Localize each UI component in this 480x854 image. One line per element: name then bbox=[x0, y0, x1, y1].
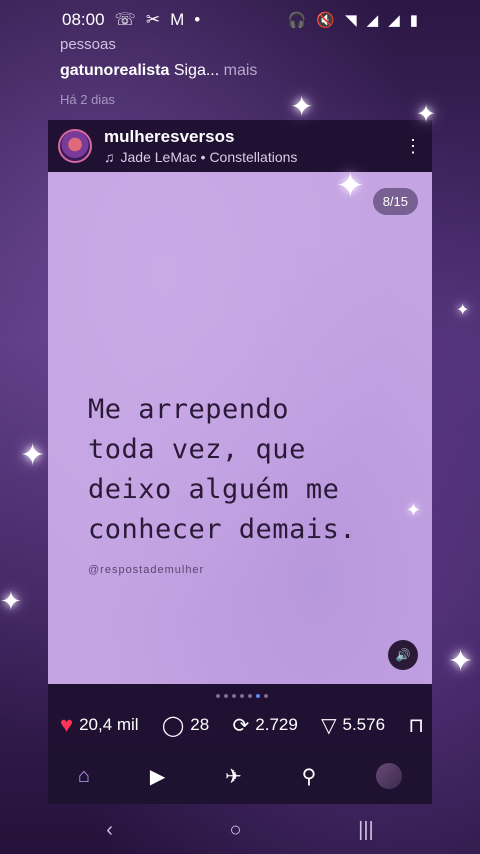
action-bar: ♥ 20,4 mil ◯ 28 ⟳ 2.729 ▽ 5.576 ⊓ bbox=[48, 684, 432, 748]
system-nav: ‹ ○ ||| bbox=[48, 806, 432, 854]
mute-icon: 🔇 bbox=[316, 12, 336, 29]
watermark-handle: @respostademulher bbox=[88, 564, 205, 576]
post-username[interactable]: mulheresversos bbox=[104, 127, 297, 147]
home-icon[interactable]: ⌂ bbox=[78, 765, 90, 788]
comment-prev-line: pessoas bbox=[60, 36, 116, 53]
heart-icon: ♥ bbox=[60, 712, 74, 737]
whatsapp-icon: ☏ bbox=[114, 10, 136, 29]
more-link[interactable]: mais bbox=[224, 62, 258, 79]
carousel-dot-active bbox=[256, 694, 260, 698]
search-icon[interactable]: ⚲ bbox=[302, 764, 317, 789]
music-note-icon: ♫ bbox=[104, 149, 115, 165]
back-icon[interactable]: ‹ bbox=[106, 819, 113, 842]
carousel-dot bbox=[224, 694, 228, 698]
bottom-nav: ⌂ ▶ ✈ ⚲ bbox=[48, 748, 432, 804]
send-icon[interactable]: ✈ bbox=[225, 764, 242, 789]
carousel-dot bbox=[216, 694, 220, 698]
more-options-icon[interactable]: ⋮ bbox=[404, 136, 422, 157]
repost-button[interactable]: ⟳ 2.729 bbox=[233, 713, 298, 738]
carousel-dot bbox=[248, 694, 252, 698]
comment-button[interactable]: ◯ 28 bbox=[162, 713, 209, 738]
wifi-icon: ◥ bbox=[345, 12, 357, 29]
quote-line: deixo alguém me bbox=[88, 474, 340, 505]
clock: 08:00 bbox=[62, 10, 105, 29]
tools-icon: ✂ bbox=[145, 10, 161, 29]
repost-count: 2.729 bbox=[255, 715, 298, 734]
home-circle-icon[interactable]: ○ bbox=[229, 819, 241, 842]
dot-icon: • bbox=[194, 10, 201, 29]
like-button[interactable]: ♥ 20,4 mil bbox=[60, 712, 139, 738]
profile-avatar[interactable] bbox=[376, 763, 403, 789]
feed: pessoas gatunorealista Siga... mais Há 2… bbox=[48, 28, 432, 748]
headphones-icon: 🎧 bbox=[287, 12, 307, 29]
send-icon: ▽ bbox=[321, 714, 337, 737]
speaker-icon: 🔊 bbox=[395, 648, 411, 662]
carousel-dots bbox=[216, 694, 268, 698]
avatar[interactable] bbox=[58, 129, 92, 163]
comment-icon: ◯ bbox=[161, 714, 185, 737]
sound-toggle-button[interactable]: 🔊 bbox=[388, 640, 418, 670]
comment-line[interactable]: gatunorealista Siga... mais bbox=[60, 62, 257, 80]
carousel-dot bbox=[240, 694, 244, 698]
gmail-icon: M bbox=[170, 10, 185, 29]
quote-text: Me arrependo toda vez, que deixo alguém … bbox=[88, 390, 388, 550]
quote-line: conhecer demais. bbox=[88, 514, 357, 545]
bookmark-icon: ⊓ bbox=[408, 714, 424, 737]
recents-icon[interactable]: ||| bbox=[358, 819, 374, 842]
carousel-dot bbox=[232, 694, 236, 698]
share-count: 5.576 bbox=[342, 715, 386, 734]
carousel-counter: 8/15 bbox=[372, 188, 418, 215]
signal-icon: ◢ bbox=[388, 12, 400, 29]
comment-text: Siga... bbox=[173, 62, 220, 79]
music-label: Jade LeMac • Constellations bbox=[120, 149, 298, 165]
battery-icon: ▮ bbox=[409, 12, 418, 29]
carousel-dot bbox=[264, 694, 268, 698]
share-button[interactable]: ▽ 5.576 bbox=[321, 713, 385, 738]
quote-line: Me arrependo bbox=[88, 394, 290, 425]
signal-icon: ◢ bbox=[366, 12, 379, 29]
repost-icon: ⟳ bbox=[232, 714, 250, 737]
post-header: mulheresversos ♫ Jade LeMac • Constellat… bbox=[48, 120, 432, 172]
post-media[interactable]: 8/15 Me arrependo toda vez, que deixo al… bbox=[48, 172, 432, 684]
comment-user[interactable]: gatunorealista bbox=[60, 62, 169, 79]
save-button[interactable]: ⊓ bbox=[408, 713, 424, 738]
comment-count: 28 bbox=[190, 715, 210, 734]
post-music[interactable]: ♫ Jade LeMac • Constellations bbox=[104, 149, 297, 165]
like-count: 20,4 mil bbox=[79, 715, 139, 734]
comment-time: Há 2 dias bbox=[60, 92, 115, 107]
quote-line: toda vez, que bbox=[88, 434, 306, 465]
reels-icon[interactable]: ▶ bbox=[150, 764, 165, 789]
